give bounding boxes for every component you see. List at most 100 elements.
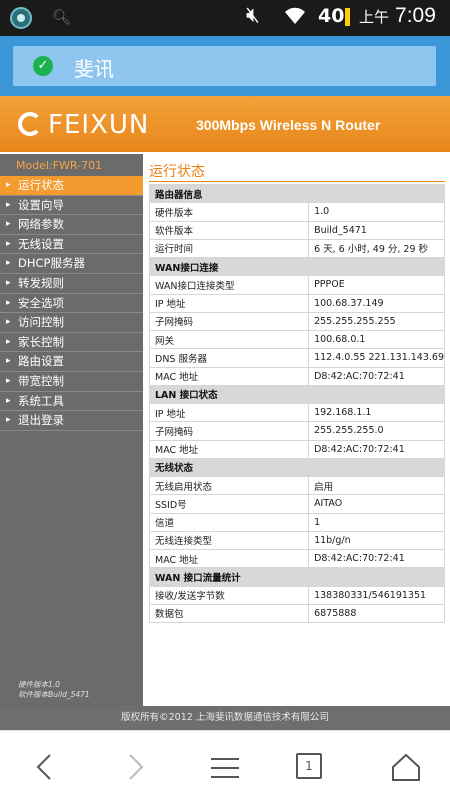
app-notification-icon (10, 7, 32, 29)
table-row: MAC 地址 D8:42:AC:70:72:41 (148, 548, 445, 569)
sidebar-item-system-tools[interactable]: 系统工具 (0, 392, 143, 412)
secure-check-icon: ✓ (33, 56, 53, 76)
row-key: 硬件版本 (148, 202, 310, 222)
sidebar-item-network[interactable]: 网络参数 (0, 215, 143, 235)
row-value: 138380331/546191351 (308, 585, 445, 605)
copyright-footer: 版权所有©2012 上海斐讯数据通信技术有限公司 (0, 706, 450, 730)
row-key: 网关 (148, 329, 310, 350)
sw-version: 软件版本Build_5471 (18, 690, 90, 699)
table-row: 运行时间 6 天, 6 小时, 49 分, 29 秒 (148, 238, 445, 259)
status-content: 运行状态 路由器信息 硬件版本 1.0 软件版本 Build_5471 运行时间 6 … (143, 154, 450, 706)
table-row: 信道 1 (148, 512, 445, 532)
row-key: DNS 服务器 (148, 348, 310, 368)
forward-button[interactable] (116, 751, 152, 783)
signal-icon (345, 8, 350, 26)
row-value: 112.4.0.55 221.131.143.69 (308, 348, 445, 368)
signal-strength: 40 (318, 5, 345, 27)
row-value: Build_5471 (308, 220, 445, 240)
section-header: 无线状态 (149, 457, 445, 478)
row-value: AITAO (308, 494, 445, 514)
menu-button[interactable] (207, 751, 243, 783)
table-row: 接收/发送字节数 138380331/546191351 (148, 585, 445, 605)
sidebar-item-setup-wizard[interactable]: 设置向导 (0, 196, 143, 216)
table-row: 软件版本 Build_5471 (148, 220, 445, 240)
row-key: 接收/发送字节数 (148, 585, 310, 605)
row-key: 无线启用状态 (148, 475, 310, 496)
sidebar: Model:FWR-701 运行状态 设置向导 网络参数 无线设置 DHCP服务… (0, 154, 143, 706)
sidebar-item-dhcp[interactable]: DHCP服务器 (0, 254, 143, 274)
row-key: MAC 地址 (148, 548, 310, 569)
version-info: 硬件版本1.0 软件版本Build_5471 (18, 680, 90, 700)
section-header: WAN 接口流量统计 (149, 567, 445, 587)
sidebar-item-parental-control[interactable]: 家长控制 (0, 333, 143, 353)
back-button[interactable] (28, 751, 64, 783)
row-value: 6875888 (308, 603, 445, 624)
router-page: FEIXUN 300Mbps Wireless N Router Model:F… (0, 96, 450, 730)
row-value: 11b/g/n (308, 530, 445, 551)
page-title: 斐讯 (74, 57, 114, 81)
table-row: IP 地址 100.68.37.149 (148, 293, 445, 313)
sidebar-item-security[interactable]: 安全选项 (0, 294, 143, 314)
clock: 上午 7:09 (359, 4, 436, 28)
row-value: D8:42:AC:70:72:41 (308, 366, 445, 386)
table-row: WAN接口连接类型 PPPOE (148, 275, 445, 295)
logo-text: FEIXUN (48, 110, 150, 140)
table-row: MAC 地址 D8:42:AC:70:72:41 (148, 439, 445, 459)
sidebar-item-bandwidth[interactable]: 带宽控制 (0, 372, 143, 392)
table-row: IP 地址 192.168.1.1 (148, 402, 445, 423)
section-title: LAN 接口状态 (149, 384, 445, 405)
row-key: IP 地址 (148, 293, 310, 313)
content-title: 运行状态 (149, 164, 205, 180)
table-row: 网关 100.68.0.1 (148, 329, 445, 350)
section-title: 无线状态 (149, 457, 445, 478)
sidebar-item-logout[interactable]: 退出登录 (0, 411, 143, 431)
section-title: 路由器信息 (149, 183, 445, 204)
status-table: 路由器信息 硬件版本 1.0 软件版本 Build_5471 运行时间 6 天, 6 … (148, 183, 445, 624)
chevron-left-icon (36, 754, 51, 780)
row-key: 信道 (148, 512, 310, 532)
row-value: 1.0 (308, 202, 445, 222)
table-row: 数据包 6875888 (148, 603, 445, 624)
section-title: WAN接口连接 (149, 256, 445, 277)
mute-icon: 🔇︎ (246, 3, 260, 28)
home-button[interactable] (388, 751, 424, 783)
sidebar-item-forwarding[interactable]: 转发规则 (0, 274, 143, 294)
table-row: DNS 服务器 112.4.0.55 221.131.143.69 (148, 348, 445, 368)
clock-time: 7:09 (395, 4, 436, 27)
sidebar-item-routing[interactable]: 路由设置 (0, 352, 143, 372)
row-value: 255.255.255.255 (308, 311, 445, 332)
row-key: 无线连接类型 (148, 530, 310, 551)
row-key: MAC 地址 (148, 366, 310, 386)
row-value: PPPOE (308, 275, 445, 295)
table-row: SSID号 AITAO (148, 494, 445, 514)
router-header: FEIXUN 300Mbps Wireless N Router (0, 96, 450, 154)
clock-ampm: 上午 (359, 9, 390, 26)
row-key: 软件版本 (148, 220, 310, 240)
table-row: 子网掩码 255.255.255.0 (148, 421, 445, 441)
wifi-icon (285, 7, 305, 25)
sidebar-item-status[interactable]: 运行状态 (0, 176, 143, 196)
browser-navbar: 1 (0, 730, 450, 800)
sidebar-item-wireless[interactable]: 无线设置 (0, 235, 143, 255)
row-key: 数据包 (148, 603, 310, 624)
feixun-logo: FEIXUN (18, 110, 149, 140)
search-icon: 🔍︎ (52, 8, 72, 26)
hamburger-icon (207, 758, 243, 778)
address-bar[interactable]: ✓ 斐讯 (13, 46, 436, 86)
router-title: 300Mbps Wireless N Router (196, 117, 381, 133)
row-key: SSID号 (148, 494, 310, 514)
row-value: D8:42:AC:70:72:41 (308, 439, 445, 459)
tabs-button[interactable]: 1 (296, 753, 322, 779)
table-row: 子网掩码 255.255.255.255 (148, 311, 445, 332)
sidebar-item-access-control[interactable]: 访问控制 (0, 313, 143, 333)
section-header: WAN接口连接 (149, 256, 445, 277)
title-divider (149, 181, 445, 182)
status-bar: 🔍︎ 🔇︎ 40 上午 7:09 (0, 0, 450, 36)
row-value: 6 天, 6 小时, 49 分, 29 秒 (308, 238, 445, 259)
section-header: LAN 接口状态 (149, 384, 445, 405)
row-value: 1 (308, 512, 445, 532)
browser-toolbar: ✓ 斐讯 (0, 36, 450, 96)
home-icon (392, 753, 420, 781)
row-key: 子网掩码 (148, 421, 310, 441)
sidebar-menu: 运行状态 设置向导 网络参数 无线设置 DHCP服务器 转发规则 安全选项 访问… (0, 176, 143, 431)
